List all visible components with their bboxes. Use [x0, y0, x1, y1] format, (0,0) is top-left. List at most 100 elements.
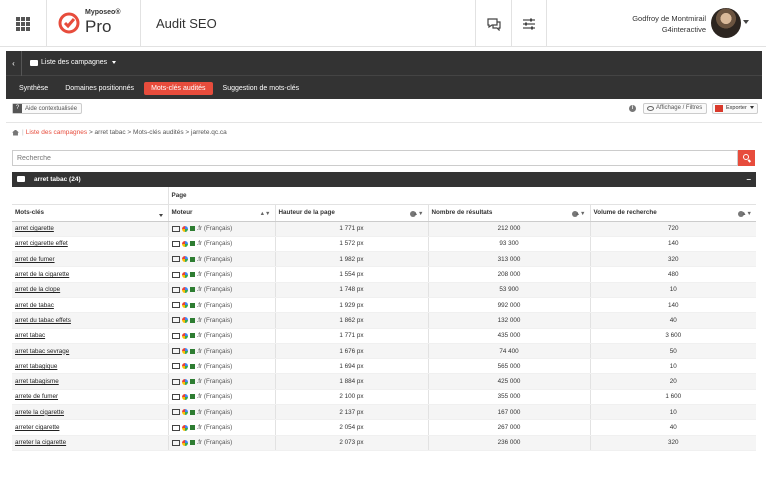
- tab-mots-cles-audites[interactable]: Mots-clés audités: [144, 81, 213, 95]
- engine-label: .fr (Français): [196, 301, 233, 309]
- keywords-table-grid: Page Mots-clés Moteur ▲▼ Hauteur de la pa…: [12, 187, 756, 451]
- keyword-link[interactable]: arret tabagisme: [12, 373, 169, 390]
- flag-icon: [189, 302, 195, 308]
- keywords-table: Page Mots-clés Moteur ▲▼ Hauteur de la pa…: [12, 187, 756, 455]
- flag-icon: [189, 256, 195, 262]
- col-header-search-volume[interactable]: Volume de recherche ▲▼: [590, 204, 756, 222]
- google-icon: [181, 302, 188, 309]
- tab-domaines-positionnes[interactable]: Domaines positionnés: [58, 82, 141, 95]
- search-volume-cell: 140: [590, 236, 756, 253]
- col-header-keyword[interactable]: Mots-clés: [12, 204, 169, 222]
- table-row: arret cigarette effet .fr (Français) 1 572…: [12, 236, 756, 253]
- keyword-link[interactable]: arret cigarette effet: [12, 236, 169, 253]
- flag-icon: [189, 440, 195, 446]
- flag-icon: [189, 272, 195, 278]
- results-cell: 208 000: [428, 266, 591, 283]
- sort-icon: ▲▼: [741, 210, 752, 217]
- page-height-cell: 1 982 px: [275, 251, 429, 268]
- sliders-icon: [523, 18, 535, 29]
- help-button-label: Aide contextualisée: [25, 105, 78, 112]
- tab-synthese[interactable]: Synthèse: [12, 82, 55, 95]
- apps-menu-button[interactable]: [0, 0, 47, 47]
- table-row: arret de la cigarette .fr (Français) 1 554…: [12, 266, 756, 283]
- keyword-link[interactable]: arret tabac: [12, 328, 169, 344]
- avatar[interactable]: [711, 8, 741, 38]
- table-row: arrete de fumer .fr (Français) 2 100 px 355…: [12, 389, 756, 406]
- col-header-page-height[interactable]: Hauteur de la page ▲▼: [275, 204, 429, 222]
- pdf-icon: [715, 105, 723, 112]
- col-header-engine[interactable]: Moteur ▲▼: [168, 204, 276, 222]
- logo-large-text: Pro: [85, 17, 112, 36]
- page-height-cell: 1 862 px: [275, 312, 429, 329]
- user-menu-chevron-icon[interactable]: [743, 20, 749, 24]
- keyword-group-header[interactable]: arret tabac (24) –: [12, 172, 756, 187]
- user-info[interactable]: Godfroy de Montmirail G4interactive: [632, 13, 706, 35]
- keyword-link[interactable]: arret cigarette: [12, 221, 169, 237]
- settings-button[interactable]: [511, 0, 547, 47]
- desktop-icon: [171, 439, 180, 446]
- display-filters-button[interactable]: Affichage / Filtres: [643, 103, 708, 114]
- export-button[interactable]: Exporter: [712, 103, 759, 114]
- breadcrumb-campaigns-link[interactable]: Liste des campagnes: [26, 129, 87, 136]
- keyword-link[interactable]: arret de fumer: [12, 251, 169, 268]
- folder-icon: [30, 59, 38, 66]
- keyword-link[interactable]: arret de la clope: [12, 282, 169, 298]
- results-cell: 167 000: [428, 404, 591, 421]
- engine-label: .fr (Français): [196, 286, 233, 294]
- chat-button[interactable]: [475, 0, 511, 47]
- desktop-icon: [171, 348, 180, 355]
- chat-icon: [486, 17, 501, 31]
- keyword-link[interactable]: arreter la cigarette: [12, 435, 169, 451]
- search-volume-cell: 40: [590, 312, 756, 329]
- keyword-link[interactable]: arret de tabac: [12, 297, 169, 314]
- table-row: arret cigarette .fr (Français) 1 771 px 212…: [12, 221, 756, 237]
- desktop-icon: [171, 240, 180, 247]
- search-input[interactable]: [12, 150, 738, 166]
- desktop-icon: [171, 424, 180, 431]
- info-icon[interactable]: i: [629, 105, 636, 112]
- engine-cell: .fr (Français): [168, 343, 276, 360]
- home-icon[interactable]: [12, 129, 19, 136]
- desktop-icon: [171, 409, 180, 416]
- google-icon: [181, 332, 188, 339]
- keyword-link[interactable]: arrete la cigarette: [12, 404, 169, 421]
- keyword-link[interactable]: arrete de fumer: [12, 389, 169, 406]
- google-icon: [181, 317, 188, 324]
- engine-cell: .fr (Français): [168, 404, 276, 421]
- breadcrumb-path: > arret tabac > Mots-clés audités > jarr…: [87, 129, 227, 136]
- campaign-nav-row: ‹ Liste des campagnes: [6, 51, 762, 76]
- grid-icon: [16, 16, 30, 31]
- campaigns-dropdown[interactable]: Liste des campagnes: [30, 59, 117, 66]
- col-header-results[interactable]: Nombre de résultats ▲▼: [428, 204, 591, 222]
- engine-label: .fr (Français): [196, 255, 233, 263]
- engine-cell: .fr (Français): [168, 236, 276, 253]
- engine-label: .fr (Français): [196, 424, 233, 431]
- results-cell: 236 000: [428, 435, 591, 451]
- engine-label: .fr (Français): [196, 393, 233, 401]
- keyword-link[interactable]: arret du tabac effets: [12, 312, 169, 329]
- flag-icon: [189, 333, 195, 339]
- engine-cell: .fr (Français): [168, 419, 276, 436]
- tab-suggestion-mots-cles[interactable]: Suggestion de mots-clés: [216, 82, 307, 95]
- search-volume-cell: 10: [590, 404, 756, 421]
- collapse-icon[interactable]: –: [747, 175, 751, 184]
- desktop-icon: [171, 256, 180, 263]
- keyword-link[interactable]: arreter cigarette: [12, 419, 169, 436]
- page-group-header: Page: [168, 187, 756, 205]
- engine-cell: .fr (Français): [168, 312, 276, 329]
- sort-icon: ▲▼: [574, 210, 586, 217]
- engine-label: .fr (Français): [196, 332, 233, 340]
- keyword-link[interactable]: arret tabagique: [12, 358, 169, 375]
- page-height-cell: 1 572 px: [275, 236, 429, 253]
- engine-cell: .fr (Français): [168, 358, 276, 375]
- myposeo-logo[interactable]: Myposeo® Pro: [55, 6, 135, 40]
- results-cell: 565 000: [428, 358, 591, 375]
- results-cell: 992 000: [428, 297, 591, 314]
- help-button[interactable]: ? Aide contextualisée: [12, 103, 83, 114]
- keyword-link[interactable]: arret de la cigarette: [12, 266, 169, 283]
- logo-small-text: Myposeo®: [85, 9, 121, 16]
- back-chevron-icon[interactable]: ‹: [6, 51, 22, 76]
- keyword-link[interactable]: arret tabac sevrage: [12, 343, 169, 360]
- keyword-group-title: arret tabac (24): [34, 176, 81, 183]
- search-button[interactable]: [738, 150, 755, 166]
